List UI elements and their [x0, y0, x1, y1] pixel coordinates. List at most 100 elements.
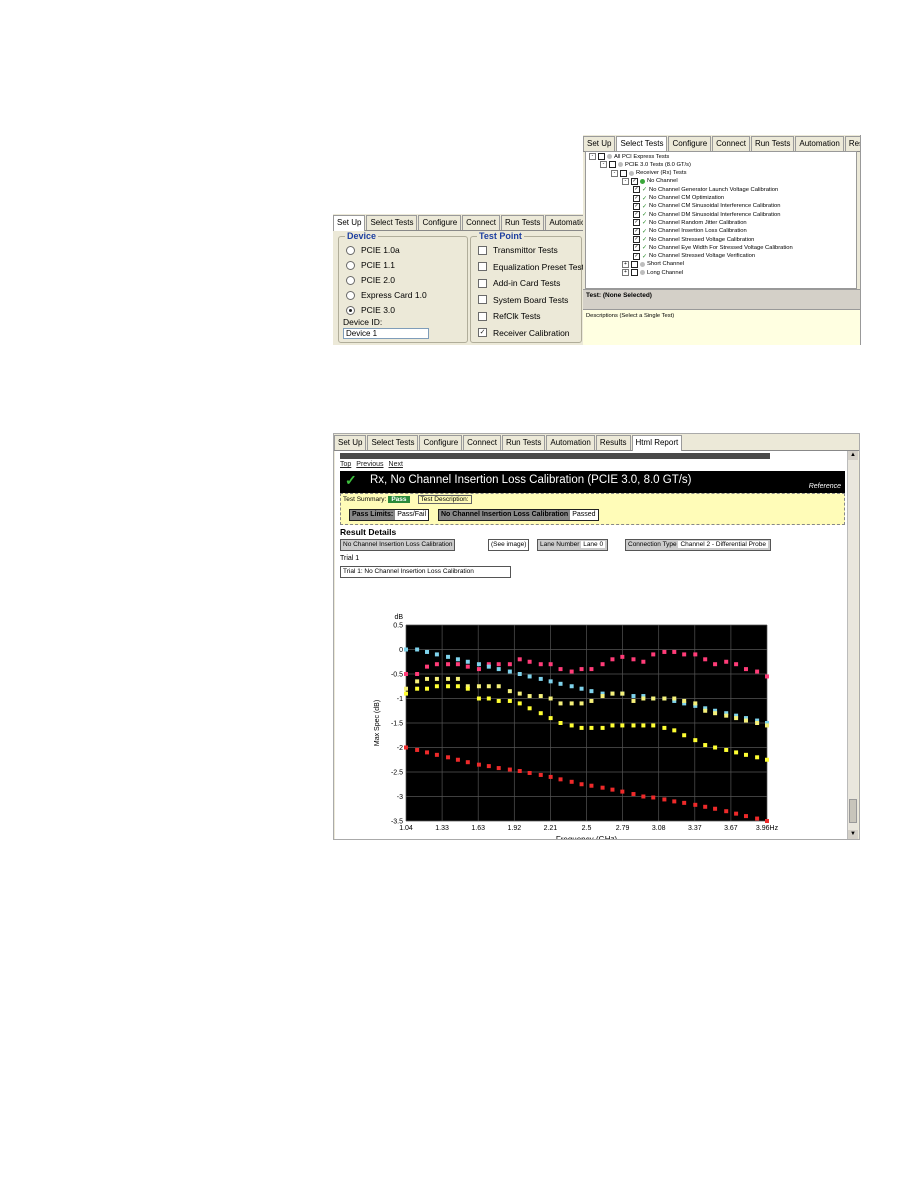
test-point-option[interactable]: Equalization Preset Tests — [478, 262, 583, 272]
tree-node[interactable]: ✓ ✓ No Channel Insertion Loss Calibration — [633, 227, 747, 235]
checkbox-icon[interactable] — [620, 169, 627, 177]
select-tab-results[interactable]: Results — [844, 136, 860, 151]
data-point — [734, 750, 739, 755]
report-tab-select-tests[interactable]: Select Tests — [367, 435, 419, 450]
test-description-button[interactable]: Test Description: — [417, 495, 472, 504]
setup-tab-strip: Set Up Select Tests Configure Connect Run Te… — [333, 214, 583, 231]
radio-icon[interactable] — [346, 290, 355, 300]
select-tab-configure[interactable]: Configure — [668, 136, 712, 151]
collapse-icon[interactable]: - — [589, 153, 596, 160]
data-point — [631, 792, 636, 797]
radio-icon[interactable] — [346, 245, 355, 255]
test-point-option[interactable]: Transmittor Tests — [478, 245, 558, 255]
collapse-icon[interactable]: - — [611, 169, 618, 177]
device-option[interactable]: Express Card 1.0 — [346, 290, 427, 300]
tree-node[interactable]: ✓ ✓ No Channel Stressed Voltage Verificati… — [633, 252, 755, 260]
data-point — [569, 723, 574, 728]
expand-icon[interactable]: + — [622, 269, 629, 277]
tree-node[interactable]: ✓ ✓ No Channel Eye Width For Stressed Volt… — [633, 244, 793, 252]
nav-link-next[interactable]: Next — [389, 461, 403, 468]
checkbox-icon[interactable] — [478, 295, 487, 304]
checkbox-icon[interactable]: ✓ — [633, 202, 640, 210]
setup-tab-set-up[interactable]: Set Up — [333, 215, 366, 231]
x-tick-label: 2.21 — [544, 825, 558, 832]
setup-tab-select-tests[interactable]: Select Tests — [366, 215, 418, 230]
scroll-up-icon[interactable]: ▲ — [848, 451, 858, 460]
checkbox-icon[interactable] — [631, 269, 638, 277]
checkbox-icon[interactable]: ✓ — [633, 194, 640, 202]
tree-node[interactable]: ✓ ✓ No Channel CM Optimization — [633, 194, 724, 202]
tree-node[interactable]: - All PCI Express Tests — [589, 153, 669, 160]
test-point-option[interactable]: RefClk Tests — [478, 311, 541, 321]
checkbox-icon[interactable]: ✓ — [631, 177, 638, 185]
setup-tab-run-tests[interactable]: Run Tests — [500, 215, 545, 230]
radio-icon[interactable] — [346, 305, 355, 315]
report-tab-html-report[interactable]: Html Report — [631, 435, 683, 451]
tree-node[interactable]: ✓ ✓ No Channel CM Sinusoidal Interference … — [633, 202, 781, 210]
report-tab-automation[interactable]: Automation — [546, 435, 595, 450]
expand-icon[interactable]: + — [622, 260, 629, 268]
report-tab-run-tests[interactable]: Run Tests — [501, 435, 546, 450]
tree-node[interactable]: - ✓ No Channel — [622, 177, 678, 185]
data-point — [527, 674, 532, 679]
checkbox-icon[interactable]: ✓ — [633, 211, 640, 219]
test-point-option[interactable]: ✓ Receiver Calibration — [478, 328, 570, 338]
device-id-input[interactable] — [343, 328, 429, 339]
select-tab-run-tests[interactable]: Run Tests — [750, 136, 795, 151]
test-point-label: Equalization Preset Tests — [493, 261, 583, 272]
checkbox-icon[interactable] — [478, 311, 487, 321]
checkbox-icon[interactable]: ✓ — [633, 252, 640, 260]
setup-tab-connect[interactable]: Connect — [462, 215, 500, 230]
select-tab-connect[interactable]: Connect — [712, 136, 750, 151]
tree-node[interactable]: + Long Channel — [622, 269, 683, 277]
checkbox-icon[interactable] — [478, 278, 487, 288]
nav-link-previous[interactable]: Previous — [356, 461, 383, 468]
checkbox-icon[interactable]: ✓ — [633, 244, 640, 252]
collapse-icon[interactable]: - — [600, 161, 607, 169]
select-tab-automation[interactable]: Automation — [795, 136, 844, 151]
select-tab-set-up[interactable]: Set Up — [583, 136, 616, 151]
report-tab-set-up[interactable]: Set Up — [334, 435, 367, 450]
tree-node[interactable]: - PCIE 3.0 Tests (8.0 GT/s) — [600, 161, 691, 169]
test-point-option[interactable]: System Board Tests — [478, 295, 568, 305]
device-option[interactable]: PCIE 1.1 — [346, 260, 395, 270]
checkbox-icon[interactable]: ✓ — [478, 328, 487, 337]
checkbox-icon[interactable]: ✓ — [633, 219, 640, 227]
test-point-option[interactable]: Add-in Card Tests — [478, 278, 560, 288]
report-tab-connect[interactable]: Connect — [463, 435, 501, 450]
tree-node[interactable]: ✓ ✓ No Channel Stressed Voltage Calibratio… — [633, 236, 754, 243]
checkbox-icon[interactable] — [631, 260, 638, 268]
checkbox-icon[interactable] — [598, 153, 605, 160]
setup-tab-automation[interactable]: Automation — [545, 215, 583, 230]
checkbox-icon[interactable] — [478, 262, 487, 271]
reference-link[interactable]: Reference — [809, 483, 841, 490]
data-point — [662, 725, 667, 730]
tree-node[interactable]: ✓ ✓ No Channel Random Jitter Calibration — [633, 219, 747, 227]
checkbox-icon[interactable]: ✓ — [633, 227, 640, 235]
tree-node[interactable]: - Receiver (Rx) Tests — [611, 169, 686, 177]
report-tab-configure[interactable]: Configure — [419, 435, 463, 450]
collapse-icon[interactable]: - — [622, 177, 629, 185]
device-option[interactable]: PCIE 3.0 — [346, 305, 395, 315]
select-tab-select-tests[interactable]: Select Tests — [616, 136, 668, 152]
checkbox-icon[interactable]: ✓ — [633, 186, 640, 194]
device-option[interactable]: PCIE 2.0 — [346, 275, 395, 285]
scroll-thumb[interactable] — [849, 799, 857, 823]
tree-node[interactable]: ✓ ✓ No Channel Generator Launch Voltage Ca… — [633, 186, 778, 194]
test-tree[interactable]: - All PCI Express Tests - PCIE 3.0 Tests (8… — [585, 151, 857, 289]
checkbox-icon[interactable]: ✓ — [633, 236, 640, 243]
radio-icon[interactable] — [346, 260, 355, 270]
nav-link-top[interactable]: Top — [340, 461, 351, 468]
tree-node[interactable]: + Short Channel — [622, 260, 684, 268]
scroll-down-icon[interactable]: ▼ — [848, 830, 858, 839]
report-tab-results[interactable]: Results — [595, 435, 631, 450]
device-option[interactable]: PCIE 1.0a — [346, 245, 400, 255]
vertical-scrollbar[interactable]: ▲ ▼ — [847, 451, 858, 839]
checkbox-icon[interactable] — [478, 245, 487, 255]
radio-icon[interactable] — [346, 275, 355, 285]
data-point — [465, 664, 470, 669]
data-point — [455, 676, 460, 681]
tree-node[interactable]: ✓ ✓ No Channel DM Sinusoidal Interference … — [633, 211, 781, 219]
setup-tab-configure[interactable]: Configure — [418, 215, 462, 230]
checkbox-icon[interactable] — [609, 161, 616, 169]
